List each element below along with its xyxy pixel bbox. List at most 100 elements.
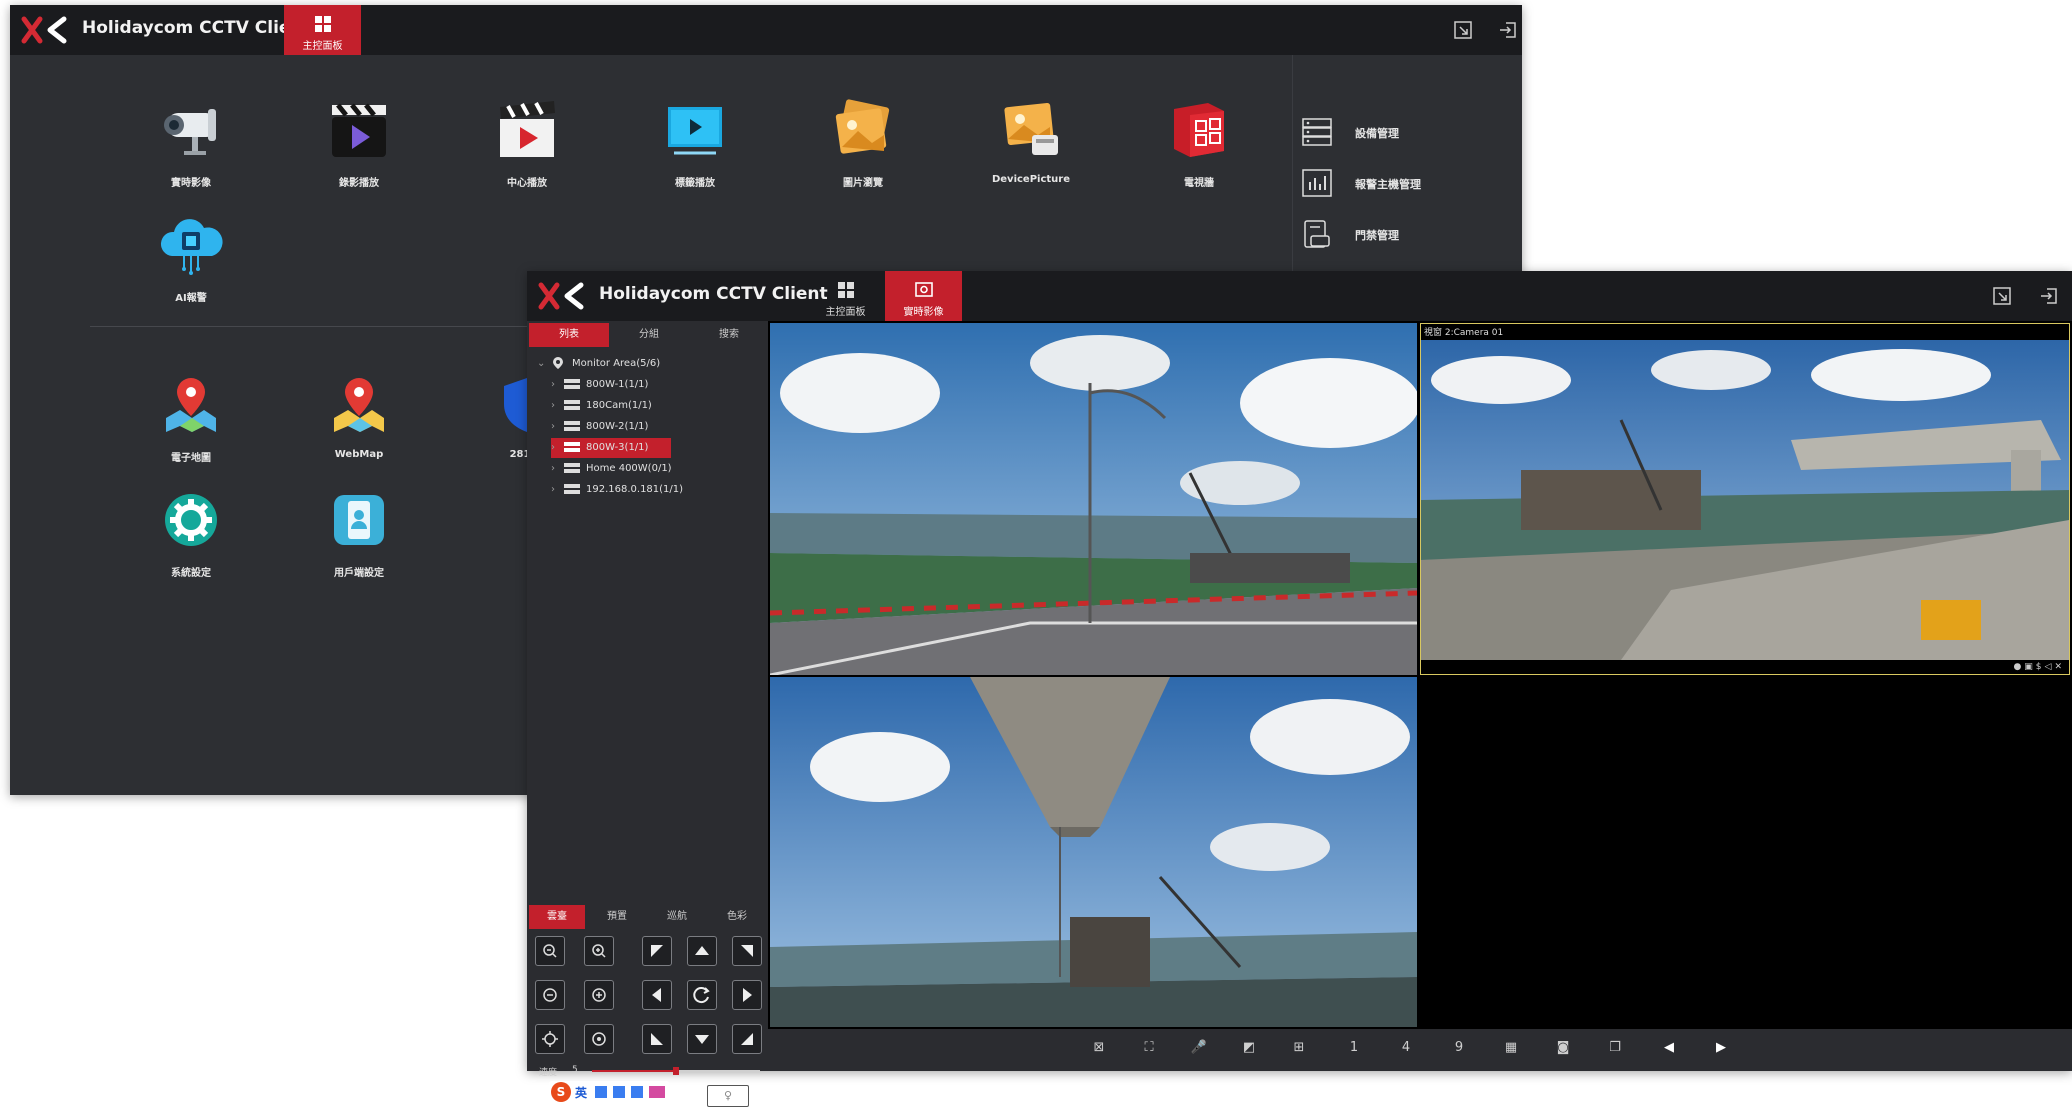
tab-main-control[interactable]: 主控面板 bbox=[807, 271, 884, 321]
chevron-right-icon: › bbox=[551, 379, 555, 390]
fullscreen-icon[interactable] bbox=[1453, 20, 1473, 40]
pan-down-right-button[interactable] bbox=[732, 1024, 762, 1054]
tree-label: Monitor Area(5/6) bbox=[572, 358, 661, 369]
video-window-3[interactable] bbox=[770, 677, 1417, 1027]
nvr-device-icon bbox=[564, 484, 580, 494]
layout-9-button[interactable]: 9 bbox=[1448, 1037, 1470, 1059]
tile-ai-alarm[interactable]: AI報警 bbox=[126, 210, 256, 304]
chevron-right-icon: › bbox=[551, 400, 555, 411]
speed-slider-thumb[interactable] bbox=[673, 1067, 679, 1075]
logout-icon[interactable] bbox=[1498, 20, 1518, 40]
layout-4-button[interactable]: 4 bbox=[1395, 1037, 1417, 1059]
tree-device[interactable]: › 800W-2(1/1) bbox=[551, 417, 648, 437]
tab-main-control[interactable]: 主控面板 bbox=[284, 5, 361, 55]
nvr-device-icon bbox=[564, 379, 580, 389]
tree-device[interactable]: › Home 400W(0/1) bbox=[551, 459, 672, 479]
speed-value: 5 bbox=[572, 1065, 578, 1075]
tile-tv-wall[interactable]: 電視牆 bbox=[1134, 95, 1264, 189]
close-window-button[interactable]: ⊠ bbox=[1088, 1037, 1110, 1059]
pan-up-left-button[interactable] bbox=[642, 936, 672, 966]
live-video-icon bbox=[914, 282, 933, 297]
tile-picture-browse[interactable]: 圖片瀏覽 bbox=[798, 95, 928, 189]
focus-far-button[interactable] bbox=[584, 980, 614, 1010]
tab-cruise[interactable]: 巡航 bbox=[649, 905, 705, 929]
speed-label: 速度 bbox=[539, 1068, 558, 1078]
video-window-2[interactable]: 視窗 2:Camera 01 ●▣$◁✕ bbox=[1420, 323, 2070, 675]
microphone-button[interactable]: 🎤 bbox=[1188, 1037, 1210, 1059]
tile-device-picture[interactable]: DevicePicture bbox=[966, 95, 1096, 185]
title-bar: Holidaycom CCTV Client 主控面板 實時影像 bbox=[527, 271, 2072, 321]
video-window-1[interactable] bbox=[770, 323, 1417, 675]
ime-tools-icon[interactable] bbox=[595, 1086, 665, 1098]
tree-device[interactable]: › 180Cam(1/1) bbox=[551, 396, 652, 416]
nvr-device-icon bbox=[564, 442, 580, 452]
video-grid: 視窗 2:Camera 01 ●▣$◁✕ bbox=[768, 321, 2072, 1029]
tile-system-settings[interactable]: 系統設定 bbox=[126, 485, 256, 579]
tab-group[interactable]: 分組 bbox=[609, 323, 689, 347]
tree-device[interactable]: › 192.168.0.181(1/1) bbox=[551, 480, 683, 500]
tile-live-video[interactable]: 實時影像 bbox=[126, 95, 256, 189]
tile-recording-playback[interactable]: 錄影播放 bbox=[294, 95, 424, 189]
tv-wall-icon bbox=[1174, 103, 1224, 157]
tile-e-map[interactable]: 電子地圖 bbox=[126, 370, 256, 464]
tile-client-settings[interactable]: 用戶端設定 bbox=[294, 485, 424, 579]
pan-right-button[interactable] bbox=[732, 980, 762, 1010]
iris-open-button[interactable] bbox=[584, 1024, 614, 1054]
pan-left-button[interactable] bbox=[642, 980, 672, 1010]
chevron-right-icon: › bbox=[551, 421, 555, 432]
pan-down-left-button[interactable] bbox=[642, 1024, 672, 1054]
tile-label: 錄影播放 bbox=[339, 178, 379, 189]
photos-icon bbox=[835, 99, 890, 154]
ai-cloud-chip-icon bbox=[160, 219, 223, 275]
snapshot-button[interactable]: ◙ bbox=[1552, 1037, 1574, 1059]
iris-icon bbox=[542, 1031, 558, 1047]
tab-color[interactable]: 色彩 bbox=[709, 905, 765, 929]
arrow-down-icon bbox=[695, 1035, 709, 1044]
tree-root[interactable]: ⌄ Monitor Area(5/6) bbox=[537, 354, 660, 374]
tab-list[interactable]: 列表 bbox=[529, 323, 609, 347]
previous-page-button[interactable]: ◀ bbox=[1658, 1037, 1680, 1059]
tab-preset[interactable]: 預置 bbox=[589, 905, 645, 929]
light-button[interactable]: ♀ bbox=[707, 1085, 749, 1107]
focus-near-button[interactable] bbox=[535, 980, 565, 1010]
tv-wall-button[interactable]: ▦ bbox=[1500, 1037, 1522, 1059]
tab-ptz[interactable]: 雲臺 bbox=[529, 905, 585, 929]
speed-slider-fill bbox=[592, 1070, 676, 1072]
tree-device-selected[interactable]: › 800W-3(1/1) bbox=[551, 438, 671, 458]
tile-label: DevicePicture bbox=[991, 174, 1071, 185]
zoom-in-button[interactable] bbox=[584, 936, 614, 966]
window-button[interactable]: ❐ bbox=[1604, 1037, 1626, 1059]
speed-slider-track[interactable] bbox=[592, 1067, 760, 1075]
client-settings-icon bbox=[334, 495, 384, 545]
next-page-button[interactable]: ▶ bbox=[1710, 1037, 1732, 1059]
auto-scan-button[interactable] bbox=[687, 980, 717, 1010]
tile-webmap[interactable]: WebMap bbox=[294, 370, 424, 460]
zoom-out-button[interactable] bbox=[535, 936, 565, 966]
fullscreen-video-button[interactable]: ⛶ bbox=[1138, 1037, 1160, 1059]
tree-device[interactable]: › 800W-1(1/1) bbox=[551, 375, 648, 395]
video-window-4[interactable] bbox=[1420, 677, 2070, 1027]
sidebar-item-label: 設備管理 bbox=[1355, 127, 1399, 140]
bar-chart-icon bbox=[1302, 169, 1332, 197]
tile-tag-playback[interactable]: 標籤播放 bbox=[630, 95, 760, 189]
layout-1-button[interactable]: 1 bbox=[1343, 1037, 1365, 1059]
tile-center-playback[interactable]: 中心播放 bbox=[462, 95, 592, 189]
ime-mode[interactable]: 英 bbox=[575, 1084, 587, 1101]
layout-grid-button[interactable]: ⊞ bbox=[1288, 1037, 1310, 1059]
fullscreen-icon[interactable] bbox=[1992, 286, 2012, 306]
pan-down-button[interactable] bbox=[687, 1024, 717, 1054]
arrow-up-right-icon bbox=[741, 945, 753, 957]
device-photos-icon bbox=[1004, 102, 1058, 155]
stretch-button[interactable]: ◩ bbox=[1238, 1037, 1260, 1059]
arrow-left-icon bbox=[652, 988, 661, 1002]
tab-search[interactable]: 搜索 bbox=[689, 323, 769, 347]
focus-icon bbox=[592, 988, 606, 1002]
pan-up-right-button[interactable] bbox=[732, 936, 762, 966]
iris-close-button[interactable] bbox=[535, 1024, 565, 1054]
camera-feed-1 bbox=[770, 323, 1417, 675]
dashboard-icon bbox=[837, 282, 854, 298]
pan-up-button[interactable] bbox=[687, 936, 717, 966]
tab-live-video[interactable]: 實時影像 bbox=[885, 271, 962, 321]
logout-icon[interactable] bbox=[2039, 286, 2059, 306]
dashboard-icon bbox=[314, 16, 331, 32]
